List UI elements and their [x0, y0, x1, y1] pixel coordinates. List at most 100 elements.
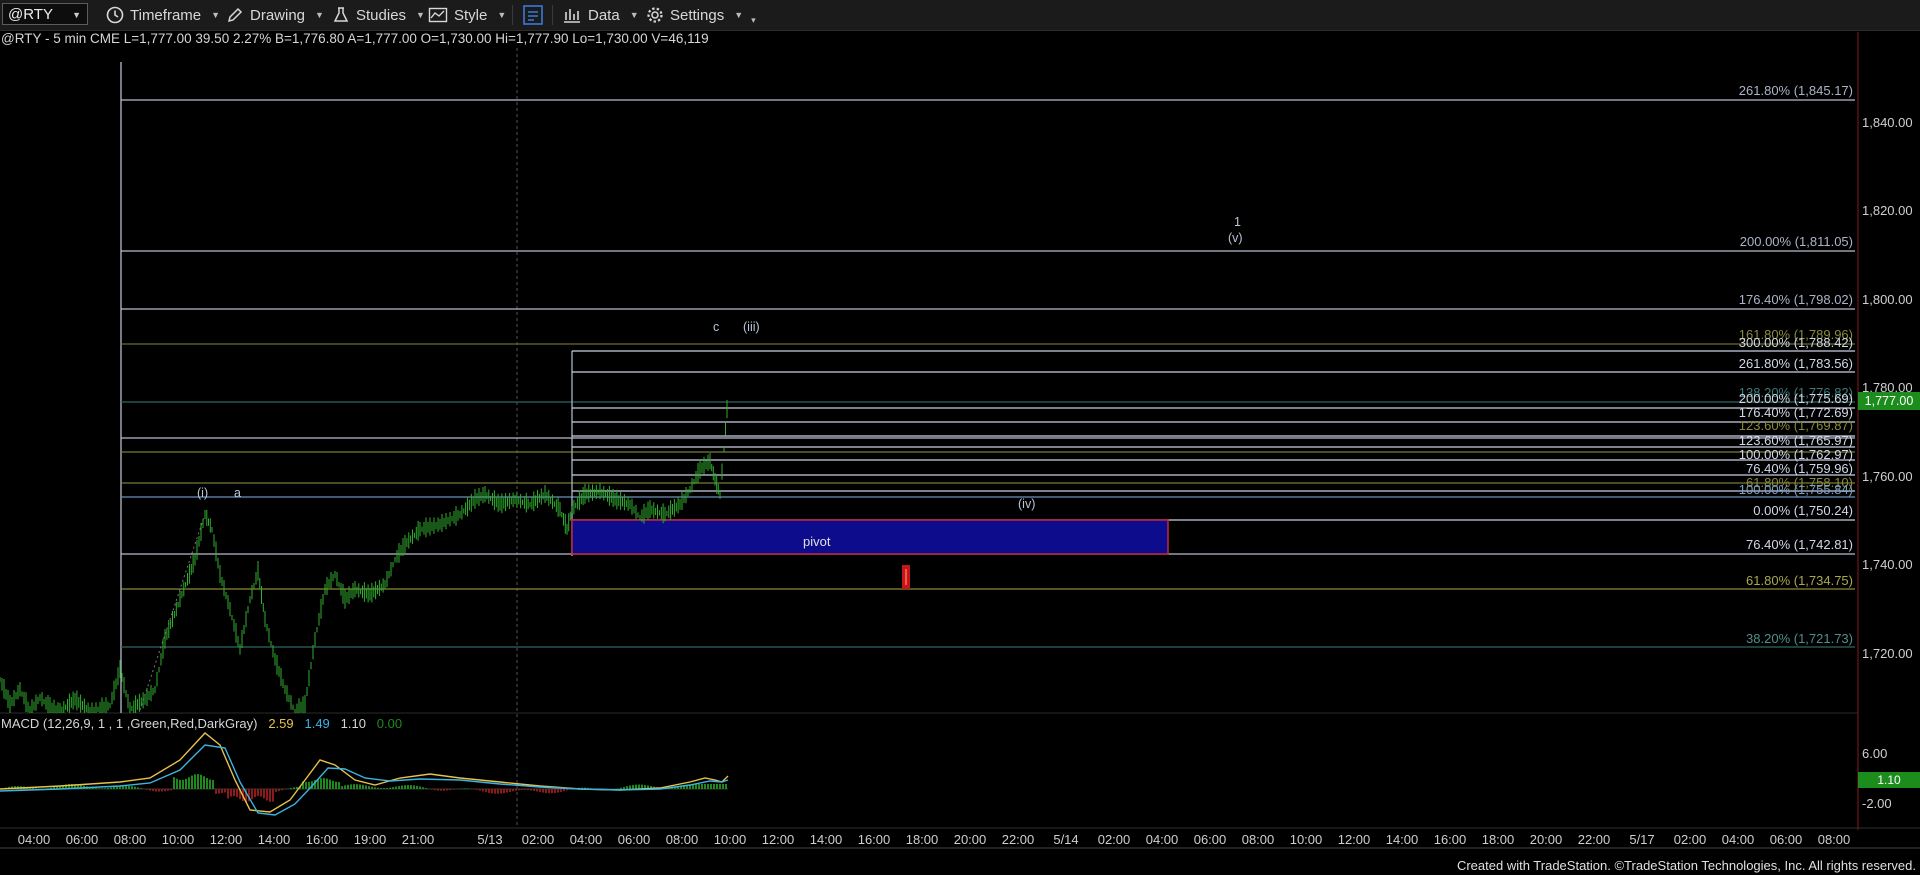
macd-bar — [230, 789, 232, 797]
time-tick: 14:00 — [1385, 832, 1419, 847]
macd-bar — [194, 774, 196, 789]
time-tick: 5/17 — [1629, 832, 1655, 847]
time-tick: 04:00 — [1145, 832, 1179, 847]
macd-bar — [698, 784, 700, 789]
macd-bar — [350, 784, 352, 789]
macd-bar — [323, 778, 325, 789]
macd-bar — [155, 789, 157, 792]
macd-bar — [542, 789, 544, 793]
macd-bar — [98, 788, 100, 789]
macd-header: MACD (12,26,9, 1 , 1 ,Green,Red,DarkGray… — [1, 716, 402, 731]
macd-y-tick: 6.00 — [1862, 746, 1888, 761]
macd-bar — [137, 787, 139, 789]
macd-bar — [380, 788, 382, 789]
macd-bar — [257, 789, 259, 797]
macd-bar — [716, 784, 718, 789]
fib-extension-primary — [120, 62, 1855, 713]
macd-bar — [275, 789, 277, 792]
time-tick: 16:00 — [305, 832, 339, 847]
macd-bar — [389, 787, 391, 789]
macd-bar — [335, 781, 337, 789]
macd-bar — [494, 789, 496, 794]
y-tick: 1,760.00 — [1862, 469, 1913, 484]
time-tick: 5/14 — [1053, 832, 1079, 847]
macd-bar — [617, 788, 619, 789]
macd-bar — [410, 785, 412, 789]
time-tick: 04:00 — [569, 832, 603, 847]
time-tick: 20:00 — [1529, 832, 1563, 847]
macd-bar — [251, 789, 253, 800]
macd-bar — [464, 788, 466, 789]
macd-bar — [179, 779, 181, 789]
macd-bar — [422, 787, 424, 789]
macd-bar — [533, 789, 535, 791]
fib-level-label: 200.00% (1,775.69) — [1738, 391, 1853, 406]
macd-bar — [365, 785, 367, 789]
macd-bar — [212, 779, 214, 789]
price-chart[interactable] — [0, 0, 1920, 875]
macd-bar — [623, 786, 625, 789]
macd-bar — [128, 785, 130, 789]
macd-bar — [290, 787, 292, 789]
macd-bar — [521, 789, 523, 791]
fib-level-label: 100.00% (1,755.84) — [1738, 482, 1853, 497]
macd-bar — [632, 784, 634, 789]
macd-bar — [626, 786, 628, 789]
macd-bar — [437, 789, 439, 791]
time-tick: 06:00 — [1193, 832, 1227, 847]
time-tick: 14:00 — [809, 832, 843, 847]
wave-label-v: (v) — [1228, 231, 1243, 245]
macd-bar — [161, 789, 163, 792]
macd-bar — [395, 786, 397, 789]
macd-bar — [104, 788, 106, 789]
macd-bar — [320, 778, 322, 789]
fib-level-label: 300.00% (1,788.42) — [1738, 335, 1853, 350]
macd-bar — [425, 788, 427, 789]
macd-bar — [170, 789, 172, 791]
time-tick: 08:00 — [665, 832, 699, 847]
macd-bar — [224, 789, 226, 793]
macd-bar — [266, 789, 268, 801]
time-tick: 02:00 — [1097, 832, 1131, 847]
macd-bar — [704, 784, 706, 789]
macd-bar — [488, 789, 490, 793]
time-tick: 20:00 — [953, 832, 987, 847]
macd-bar — [152, 789, 154, 792]
wave-label-iv: (iv) — [1018, 497, 1036, 511]
macd-bar — [485, 789, 487, 793]
macd-bar — [200, 774, 202, 789]
macd-bar — [341, 786, 343, 789]
macd-bar — [524, 789, 526, 790]
macd-bar — [209, 779, 211, 789]
macd-bar — [167, 789, 169, 791]
y-tick: 1,820.00 — [1862, 203, 1913, 218]
macd-signal-value: 1.49 — [304, 716, 330, 731]
macd-bar — [491, 789, 493, 794]
macd-bar — [404, 785, 406, 789]
time-tick: 12:00 — [1337, 832, 1371, 847]
macd-bar — [527, 789, 529, 791]
macd-bar — [452, 789, 454, 790]
macd-bar — [401, 785, 403, 789]
macd-bar — [185, 778, 187, 789]
time-tick: 12:00 — [761, 832, 795, 847]
time-tick: 12:00 — [209, 832, 243, 847]
wave-label-a: a — [234, 486, 241, 500]
macd-bar — [236, 789, 238, 798]
macd-bar — [359, 784, 361, 789]
macd-bar — [383, 788, 385, 789]
macd-bar — [254, 789, 256, 798]
y-tick: 1,740.00 — [1862, 557, 1913, 572]
y-tick: 1,800.00 — [1862, 292, 1913, 307]
macd-bar — [554, 789, 556, 794]
macd-signal-line — [0, 744, 729, 816]
time-tick: 08:00 — [113, 832, 147, 847]
macd-bar — [536, 789, 538, 792]
macd-bar — [431, 789, 433, 790]
macd-y-tick: -2.00 — [1862, 796, 1892, 811]
macd-bar — [482, 789, 484, 792]
pivot-label: pivot — [803, 534, 831, 549]
macd-bar — [620, 787, 622, 789]
macd-bar — [101, 788, 103, 789]
macd-bar — [497, 789, 499, 794]
